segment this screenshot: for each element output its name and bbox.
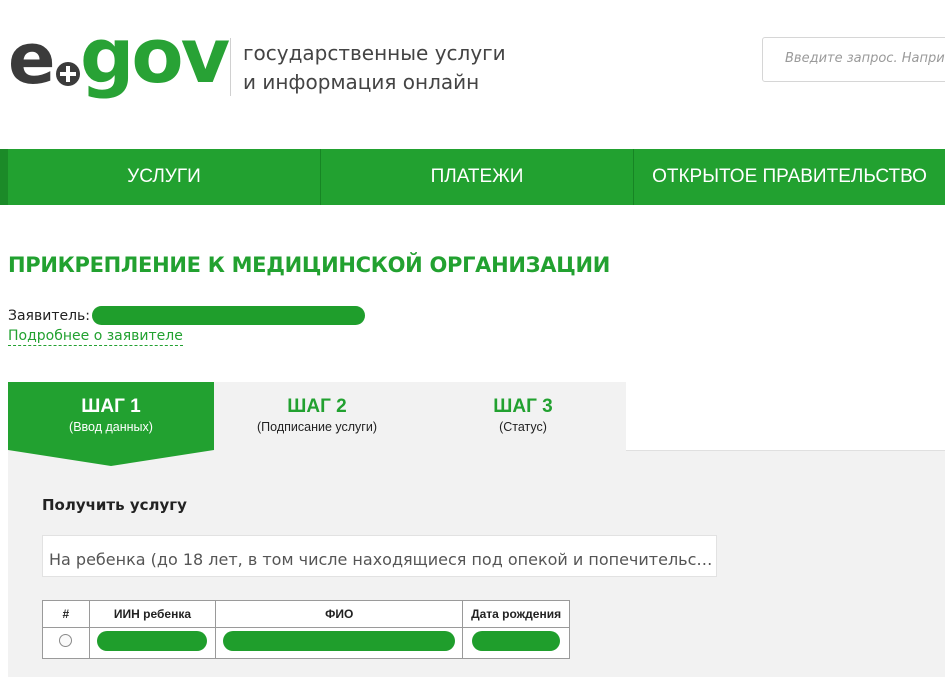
tagline-line1: государственные услуги [243, 41, 506, 65]
table-header-row: # ИИН ребенка ФИО Дата рождения [42, 600, 570, 628]
step-2-tab[interactable]: ШАГ 2 (Подписание услуги) [214, 382, 420, 450]
nav-item-payments[interactable]: ПЛАТЕЖИ [321, 149, 634, 205]
nav-item-services[interactable]: УСЛУГИ [0, 149, 321, 205]
tagline-line2: и информация онлайн [243, 70, 480, 94]
logo-divider [230, 38, 231, 96]
applicant-row: Заявитель: [8, 306, 366, 325]
iin-redacted [97, 630, 208, 651]
applicant-name-redacted [92, 306, 366, 325]
row-select-cell [42, 627, 90, 659]
fio-redacted [223, 630, 456, 651]
col-iin-header: ИИН ребенка [88, 600, 217, 628]
nav-item-open-government[interactable]: ОТКРЫТОЕ ПРАВИТЕЛЬСТВО [634, 149, 945, 205]
col-dob-header: Дата рождения [462, 600, 570, 628]
step-2-subtitle: (Подписание услуги) [257, 420, 377, 434]
logo-plus-icon [56, 62, 80, 86]
active-step-pointer [8, 450, 214, 466]
dob-redacted [472, 630, 561, 651]
row-radio-button[interactable] [59, 634, 73, 647]
service-type-select[interactable]: На ребенка (до 18 лет, в том числе наход… [42, 535, 717, 577]
children-table: # ИИН ребенка ФИО Дата рождения [42, 600, 570, 659]
step-1-tab[interactable]: ШАГ 1 (Ввод данных) [8, 382, 214, 450]
tagline: государственные услуги и информация онла… [243, 39, 506, 97]
step-3-tab[interactable]: ШАГ 3 (Статус) [420, 382, 626, 450]
logo-gov: gov [80, 11, 230, 100]
applicant-details-link[interactable]: Подробнее о заявителе [8, 328, 183, 346]
logo-e: e [8, 18, 56, 100]
egov-logo[interactable]: e gov [6, 16, 230, 104]
col-number-header: # [42, 600, 90, 628]
page-title: ПРИКРЕПЛЕНИЕ К МЕДИЦИНСКОЙ ОРГАНИЗАЦИИ [8, 253, 610, 277]
applicant-label: Заявитель: [8, 307, 91, 324]
step-3-subtitle: (Статус) [499, 420, 547, 434]
step-1-title: ШАГ 1 [81, 396, 141, 417]
steps-divider [626, 450, 945, 451]
step-3-title: ШАГ 3 [493, 396, 553, 417]
step-1-subtitle: (Ввод данных) [69, 420, 153, 434]
fio-cell [215, 627, 464, 659]
iin-cell [88, 627, 217, 659]
header: e gov государственные услуги и информаци… [0, 0, 945, 149]
main-nav: УСЛУГИ ПЛАТЕЖИ ОТКРЫТОЕ ПРАВИТЕЛЬСТВО [0, 149, 945, 205]
col-fio-header: ФИО [215, 600, 464, 628]
step-2-title: ШАГ 2 [287, 396, 347, 417]
search-input[interactable]: Введите запрос. Например: Справка о несу… [762, 37, 945, 82]
table-row[interactable] [42, 627, 570, 659]
service-select-label: Получить услугу [42, 496, 187, 514]
dob-cell [462, 627, 570, 659]
